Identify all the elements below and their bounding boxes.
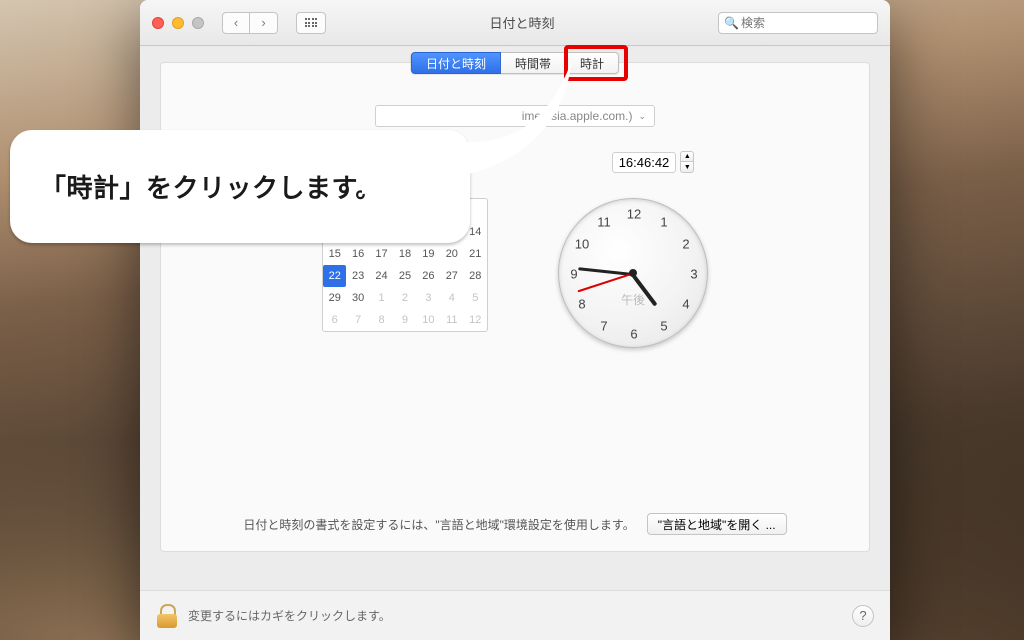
help-button[interactable]: ? — [852, 605, 874, 627]
calendar-day[interactable]: 22 — [323, 265, 346, 287]
calendar-day[interactable]: 25 — [393, 265, 416, 287]
instruction-callout: 「時計」をクリックします。 — [10, 130, 470, 243]
calendar-day[interactable]: 23 — [346, 265, 369, 287]
minimize-button[interactable] — [172, 17, 184, 29]
lock-icon[interactable] — [156, 604, 178, 628]
callout-tail — [362, 52, 582, 212]
window-title: 日付と時刻 — [336, 13, 708, 32]
calendar-day[interactable]: 4 — [440, 287, 463, 309]
clock-number: 6 — [630, 327, 637, 342]
calendar-day[interactable]: 19 — [417, 243, 440, 265]
chevron-left-icon: ‹ — [234, 15, 238, 30]
open-language-region-button[interactable]: "言語と地域"を開く ... — [647, 513, 787, 535]
nav-buttons: ‹ › — [222, 12, 278, 34]
calendar-day[interactable]: 20 — [440, 243, 463, 265]
calendar-day[interactable]: 10 — [417, 309, 440, 331]
calendar-day[interactable]: 24 — [370, 265, 393, 287]
calendar-day[interactable]: 8 — [370, 309, 393, 331]
stepper-down[interactable]: ▼ — [680, 162, 694, 173]
footer-bar: 変更するにはカギをクリックします。 ? — [140, 590, 890, 640]
clock-number: 5 — [660, 318, 667, 333]
hint-text: 日付と時刻の書式を設定するには、"言語と地域"環境設定を使用します。 — [243, 516, 634, 533]
back-button[interactable]: ‹ — [222, 12, 250, 34]
calendar-day[interactable]: 11 — [440, 309, 463, 331]
calendar-day[interactable]: 7 — [346, 309, 369, 331]
calendar-day[interactable]: 16 — [346, 243, 369, 265]
calendar-day[interactable]: 6 — [323, 309, 346, 331]
calendar-day[interactable]: 28 — [464, 265, 487, 287]
search-input[interactable] — [718, 12, 878, 34]
search-icon: 🔍 — [724, 16, 739, 30]
calendar-day[interactable]: 15 — [323, 243, 346, 265]
time-stepper: 16:46:42 ▲ ▼ — [612, 151, 695, 173]
lock-text: 変更するにはカギをクリックします。 — [188, 607, 391, 624]
clock-number: 10 — [575, 237, 589, 252]
traffic-lights — [152, 17, 204, 29]
calendar-day[interactable]: 12 — [464, 309, 487, 331]
clock-number: 3 — [690, 267, 697, 282]
calendar-day[interactable]: 3 — [417, 287, 440, 309]
clock-number: 1 — [660, 215, 667, 230]
calendar-day[interactable]: 27 — [440, 265, 463, 287]
calendar-day[interactable]: 18 — [393, 243, 416, 265]
calendar-day[interactable]: 2 — [393, 287, 416, 309]
time-field[interactable]: 16:46:42 — [612, 152, 677, 173]
clock-number: 12 — [627, 207, 641, 222]
calendar-day[interactable]: 17 — [370, 243, 393, 265]
hint-row: 日付と時刻の書式を設定するには、"言語と地域"環境設定を使用します。 "言語と地… — [161, 513, 869, 535]
calendar-day[interactable]: 26 — [417, 265, 440, 287]
close-button[interactable] — [152, 17, 164, 29]
titlebar: ‹ › 日付と時刻 🔍 — [140, 0, 890, 46]
chevron-right-icon: › — [261, 15, 265, 30]
clock-pivot — [629, 269, 637, 277]
calendar-day[interactable]: 21 — [464, 243, 487, 265]
calendar-day[interactable]: 9 — [393, 309, 416, 331]
time-stepper-buttons: ▲ ▼ — [680, 151, 694, 173]
grid-icon — [305, 18, 318, 27]
ampm-label: 午後 — [621, 291, 645, 308]
second-hand — [578, 273, 634, 292]
show-all-button[interactable] — [296, 12, 326, 34]
clock-number: 8 — [578, 297, 585, 312]
clock-number: 4 — [682, 297, 689, 312]
stepper-up[interactable]: ▲ — [680, 151, 694, 162]
chevron-down-icon: ⌄ — [638, 111, 646, 122]
search-wrap: 🔍 — [718, 12, 878, 34]
calendar-day[interactable]: 1 — [370, 287, 393, 309]
clock-number: 11 — [597, 215, 611, 230]
calendar-day[interactable]: 29 — [323, 287, 346, 309]
zoom-button[interactable] — [192, 17, 204, 29]
calendar-day[interactable]: 5 — [464, 287, 487, 309]
clock-number: 2 — [682, 237, 689, 252]
forward-button[interactable]: › — [250, 12, 278, 34]
clock-number: 7 — [600, 318, 607, 333]
calendar-day[interactable]: 30 — [346, 287, 369, 309]
clock-number: 9 — [570, 267, 577, 282]
analog-clock: 午後 121234567891011 — [558, 198, 708, 348]
